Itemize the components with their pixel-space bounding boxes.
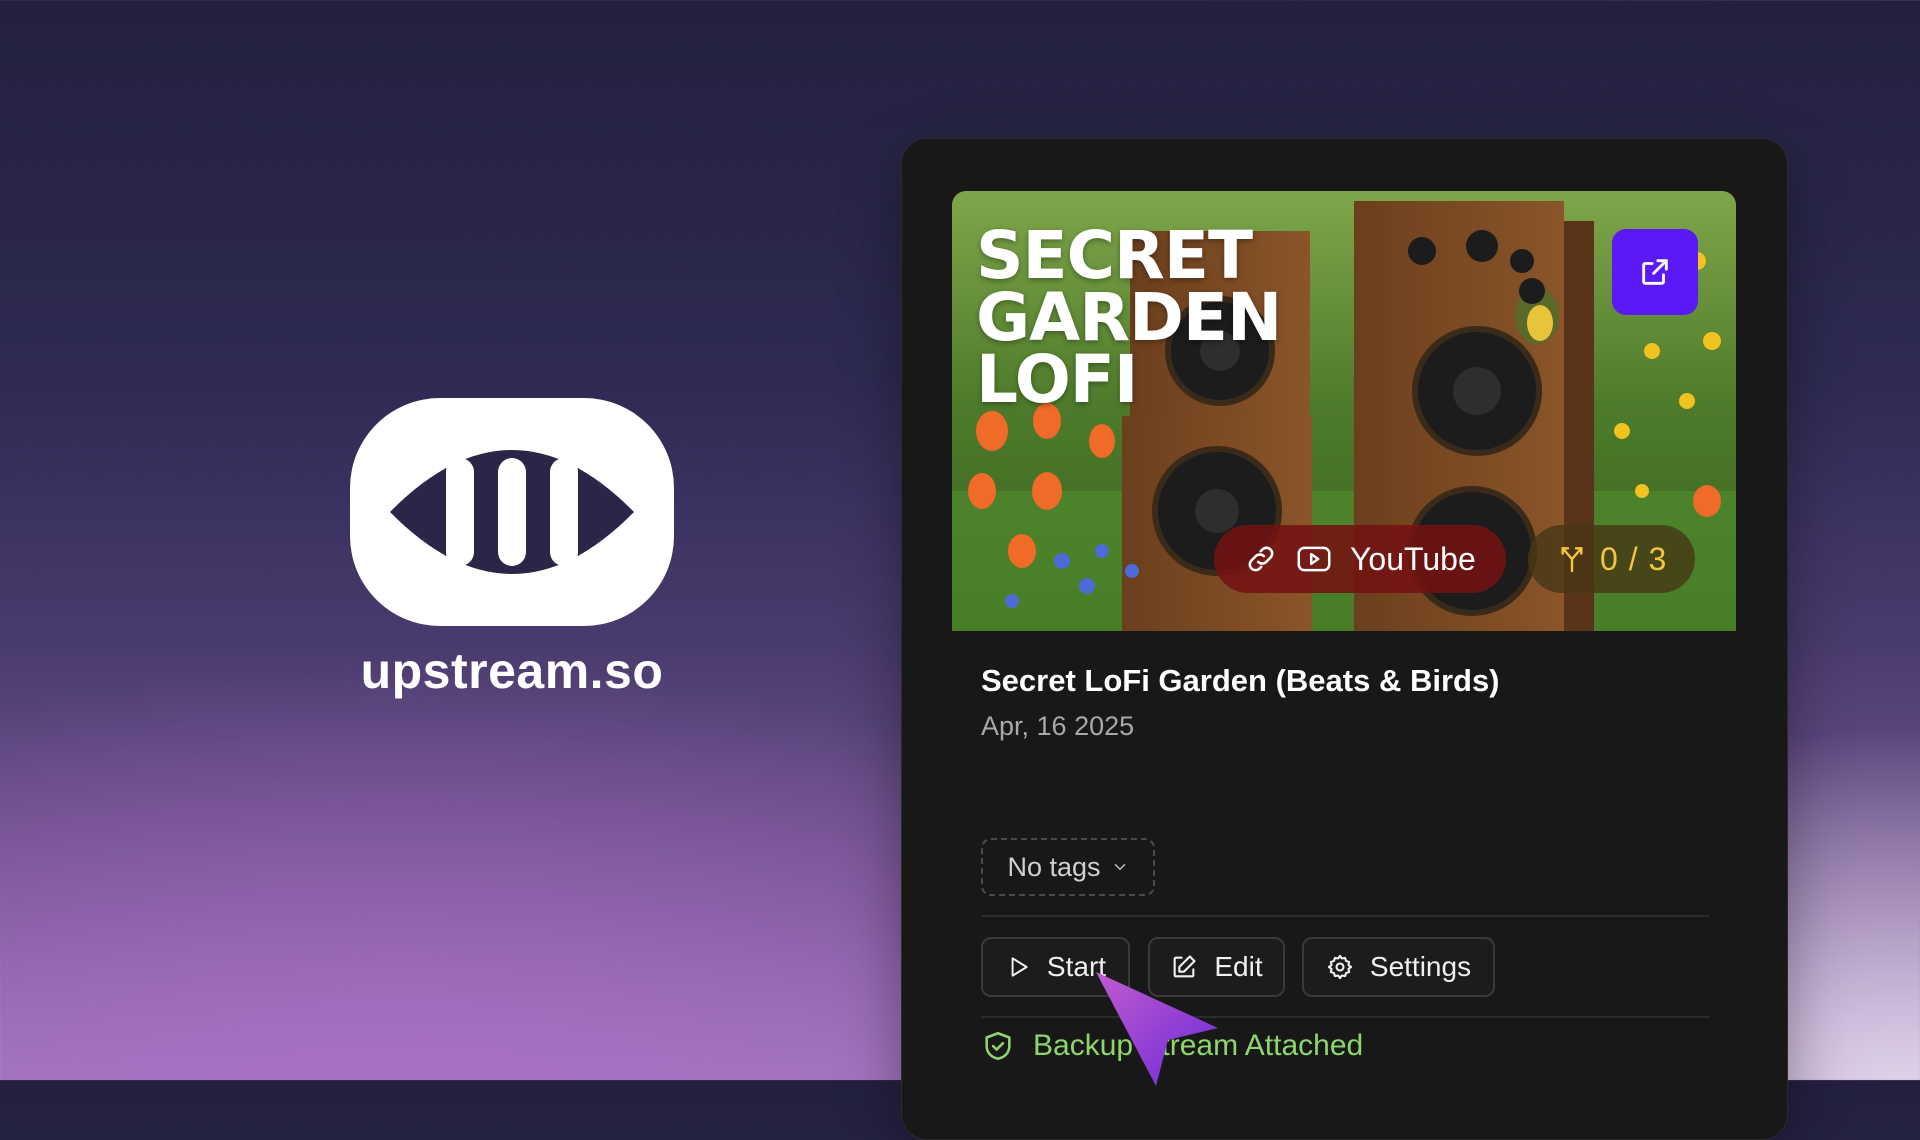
link-icon bbox=[1248, 546, 1274, 572]
brand: upstream.so bbox=[350, 398, 674, 700]
open-external-button[interactable] bbox=[1612, 229, 1698, 315]
upstream-logo-icon bbox=[350, 398, 674, 626]
platform-label: YouTube bbox=[1350, 540, 1476, 577]
thumbnail-title: SECRET GARDEN LOFI bbox=[976, 217, 1282, 418]
play-icon bbox=[1011, 957, 1028, 977]
fork-count: 0 / 3 bbox=[1600, 540, 1668, 577]
stream-title: Secret LoFi Garden (Beats & Birds) bbox=[981, 663, 1500, 698]
shield-check-icon bbox=[985, 1031, 1011, 1061]
divider bbox=[981, 915, 1709, 917]
stream-thumbnail[interactable]: SECRET GARDEN LOFI YouTube 0 / 3 bbox=[952, 191, 1736, 631]
chevron-down-icon bbox=[1114, 864, 1125, 871]
tags-dropdown[interactable]: No tags bbox=[981, 838, 1155, 896]
settings-label: Settings bbox=[1369, 951, 1472, 982]
fork-icon bbox=[1561, 547, 1583, 573]
settings-button[interactable]: Settings bbox=[1302, 937, 1495, 997]
youtube-icon bbox=[1297, 546, 1331, 572]
stream-card: SECRET GARDEN LOFI YouTube 0 / 3 Secret … bbox=[901, 138, 1788, 1140]
brand-name: upstream.so bbox=[360, 643, 664, 699]
external-link-icon bbox=[1642, 259, 1668, 285]
gear-icon bbox=[1327, 954, 1353, 980]
fork-count-badge[interactable]: 0 / 3 bbox=[1528, 525, 1696, 593]
mouse-cursor-icon bbox=[1096, 972, 1218, 1086]
stream-date: Apr, 16 2025 bbox=[981, 711, 1135, 741]
platform-badge[interactable]: YouTube bbox=[1214, 525, 1506, 593]
tags-label: No tags bbox=[1007, 851, 1101, 882]
